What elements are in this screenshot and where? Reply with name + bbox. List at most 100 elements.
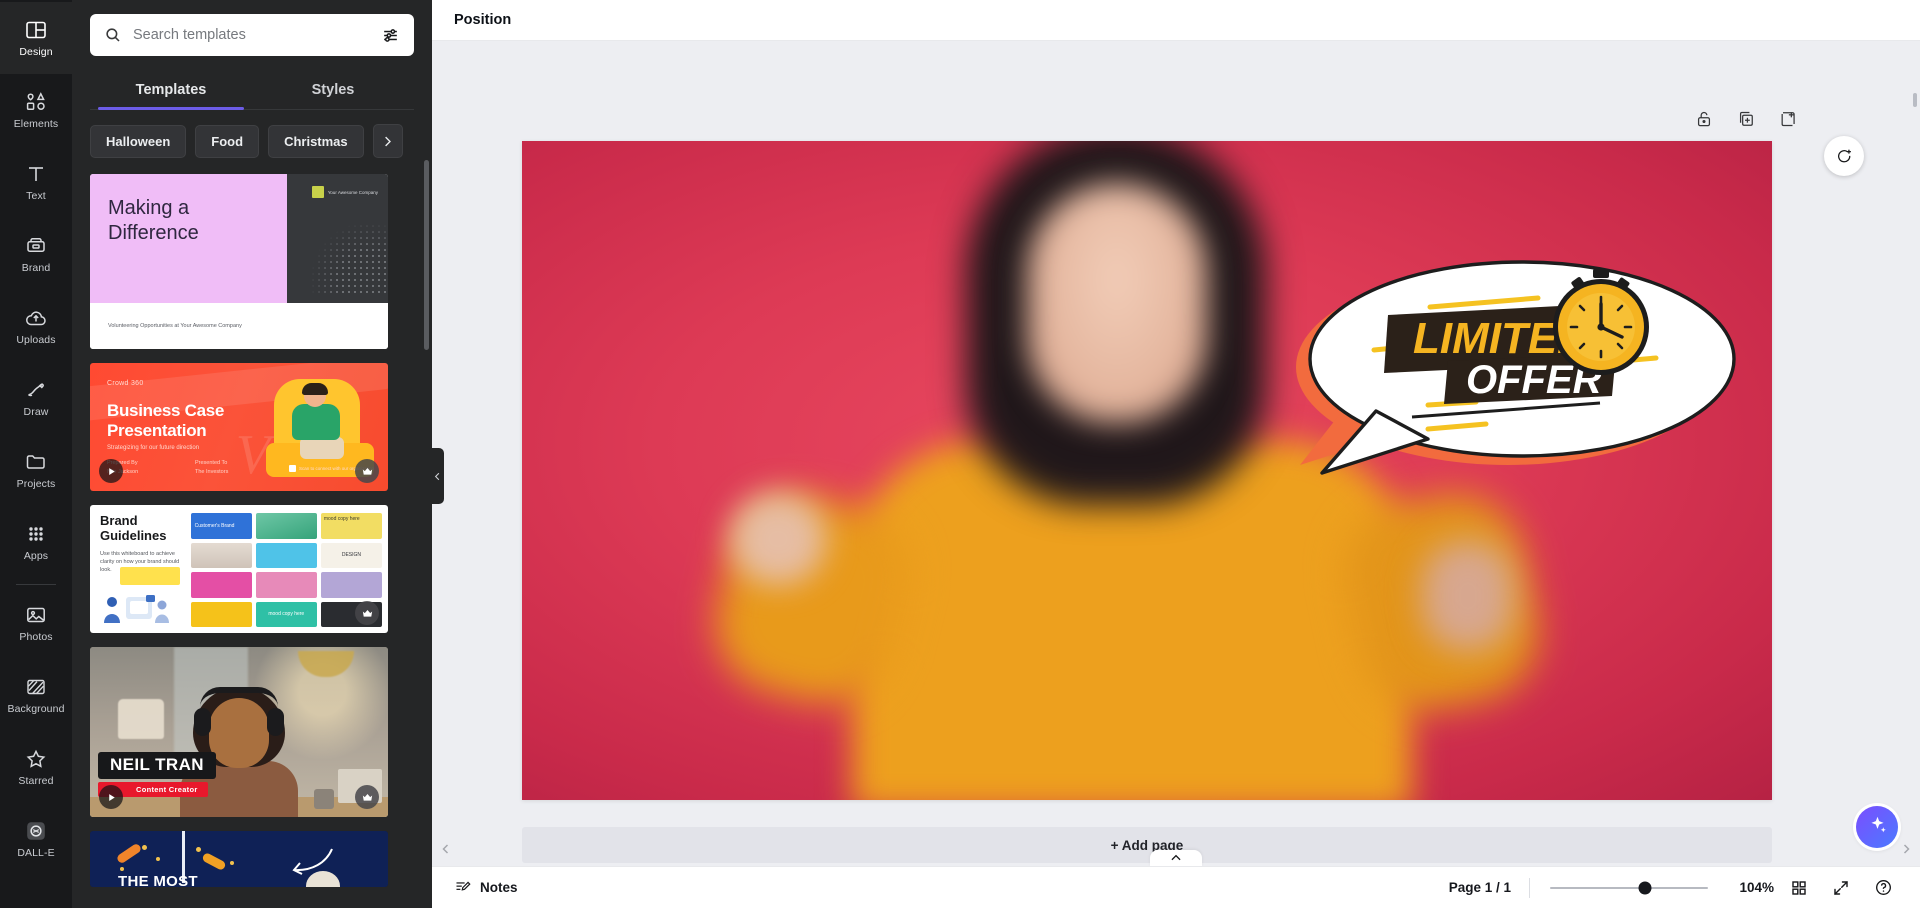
rail-label: Text (26, 190, 46, 202)
template-logo: Your Awesome Company (311, 186, 378, 198)
tab-templates[interactable]: Templates (90, 70, 252, 110)
template-title-line2: Guidelines (100, 528, 167, 543)
dalle-icon (24, 819, 48, 843)
template-meta2-value: The Investors (195, 469, 229, 475)
page-count: Page 1 / 1 (1448, 880, 1511, 895)
search-input[interactable] (122, 15, 376, 55)
scroll-left-icon[interactable] (440, 842, 452, 854)
fullscreen-icon[interactable] (1824, 871, 1858, 905)
photos-icon (24, 603, 48, 627)
rail-label: Uploads (16, 334, 56, 346)
chip-christmas[interactable]: Christmas (268, 124, 364, 158)
add-page-button[interactable]: + Add page (522, 827, 1772, 863)
chip-food[interactable]: Food (195, 124, 260, 158)
app-root: Design Elements Text Brand Uploads Draw … (0, 0, 1920, 908)
rail-label: DALL-E (17, 847, 55, 859)
rail-label: Draw (23, 406, 49, 418)
expand-notes-handle[interactable] (1150, 850, 1202, 866)
rail-item-projects[interactable]: Projects (0, 434, 72, 506)
template-cell-label: Customer's Brand (194, 522, 235, 529)
template-cell-label: DESIGN (341, 552, 362, 559)
template-list[interactable]: Making a Difference Your Awesome Company… (72, 158, 432, 908)
premium-crown-icon (355, 459, 379, 483)
chevron-right-icon[interactable] (372, 124, 403, 158)
template-subtitle: Strategizing for our future direction (107, 445, 200, 451)
rail-item-starred[interactable]: Starred (0, 731, 72, 803)
apps-icon (24, 522, 48, 546)
play-icon[interactable] (99, 459, 123, 483)
rail-item-dalle[interactable]: DALL-E (0, 803, 72, 875)
help-icon[interactable] (1866, 871, 1900, 905)
rail-item-design[interactable]: Design (0, 2, 72, 74)
people-illustration (100, 589, 178, 627)
page-wrapper[interactable]: LIMITED OFFER (522, 141, 1772, 800)
panel-scrollbar[interactable] (424, 160, 429, 350)
rail-label: Starred (18, 775, 54, 787)
template-card-brand-guidelines[interactable]: Brand Guidelines Use this whiteboard to … (90, 505, 388, 633)
rail-item-text[interactable]: Text (0, 146, 72, 218)
rail-item-background[interactable]: Background (0, 659, 72, 731)
lock-icon[interactable] (1694, 109, 1714, 129)
duplicate-page-icon[interactable] (1736, 109, 1756, 129)
templates-panel: Templates Styles Halloween Food Christma… (72, 0, 444, 908)
filter-sliders-icon[interactable] (376, 21, 404, 49)
template-title-line2: Presentation (107, 421, 207, 440)
add-page-icon[interactable] (1778, 109, 1798, 129)
canvas-area[interactable]: LIMITED OFFER + Add page (432, 41, 1920, 866)
projects-icon (24, 450, 48, 474)
sparkle-icon (1867, 814, 1888, 840)
regenerate-icon[interactable] (1824, 136, 1864, 176)
template-card-business-case-presentation[interactable]: Crowd 360 Business Case Presentation Str… (90, 363, 388, 491)
rail-divider (16, 584, 56, 585)
rail-item-photos[interactable]: Photos (0, 587, 72, 659)
panel-header: Templates Styles Halloween Food Christma… (72, 0, 432, 158)
draw-icon (24, 378, 48, 402)
template-title: THE MOST (118, 873, 198, 887)
rail-label: Brand (21, 262, 51, 274)
rail-label: Photos (19, 631, 53, 643)
tab-styles[interactable]: Styles (252, 70, 414, 109)
template-title: NEIL TRAN (98, 752, 216, 779)
grid-view-icon[interactable] (1782, 871, 1816, 905)
rail-item-draw[interactable]: Draw (0, 362, 72, 434)
rail-item-uploads[interactable]: Uploads (0, 290, 72, 362)
template-caption: Volunteering Opportunities at Your Aweso… (108, 323, 242, 329)
template-title: Brand (100, 513, 138, 528)
rail-label: Design (19, 46, 53, 58)
canvas-scrollbar-vertical[interactable] (1913, 93, 1917, 107)
rail-item-elements[interactable]: Elements (0, 74, 72, 146)
elements-icon (24, 90, 48, 114)
notes-label: Notes (480, 880, 518, 895)
canva-ai-button[interactable] (1856, 806, 1898, 848)
zoom-slider[interactable] (1530, 881, 1728, 894)
template-card-the-most[interactable]: THE MOST (90, 831, 388, 887)
text-icon (24, 162, 48, 186)
template-meta2-label: Presented To (195, 460, 228, 466)
search-bar[interactable] (90, 14, 414, 56)
design-canvas[interactable]: LIMITED OFFER (522, 141, 1772, 800)
star-icon (24, 747, 48, 771)
template-cell-label: mood copy here (323, 516, 360, 522)
scroll-right-icon[interactable] (1900, 842, 1912, 854)
play-icon[interactable] (99, 785, 123, 809)
template-card-neil-tran[interactable]: NEIL TRAN Content Creator (90, 647, 388, 817)
editor-topbar: Position (432, 0, 1920, 41)
premium-crown-icon (355, 601, 379, 625)
zoom-slider-track[interactable] (1550, 881, 1708, 894)
template-card-making-a-difference[interactable]: Making a Difference Your Awesome Company… (90, 174, 388, 349)
design-icon (24, 18, 48, 42)
panel-tabs: Templates Styles (90, 70, 414, 110)
rail-item-brand[interactable]: Brand (0, 218, 72, 290)
template-logo-text: Your Awesome Company (327, 189, 378, 195)
collapse-panel-button[interactable] (431, 448, 444, 504)
chip-halloween[interactable]: Halloween (90, 124, 187, 158)
template-eyebrow: Crowd 360 (107, 380, 144, 387)
template-person-illustration (290, 383, 344, 459)
zoom-value: 104% (1739, 880, 1774, 895)
limited-offer-graphic[interactable]: LIMITED OFFER (1280, 251, 1750, 476)
notes-button[interactable]: Notes (454, 878, 518, 898)
rail-item-apps[interactable]: Apps (0, 506, 72, 578)
template-cell-label: mood copy here (268, 611, 305, 618)
dot-pattern-icon (310, 223, 386, 297)
zoom-slider-knob[interactable] (1638, 881, 1652, 894)
